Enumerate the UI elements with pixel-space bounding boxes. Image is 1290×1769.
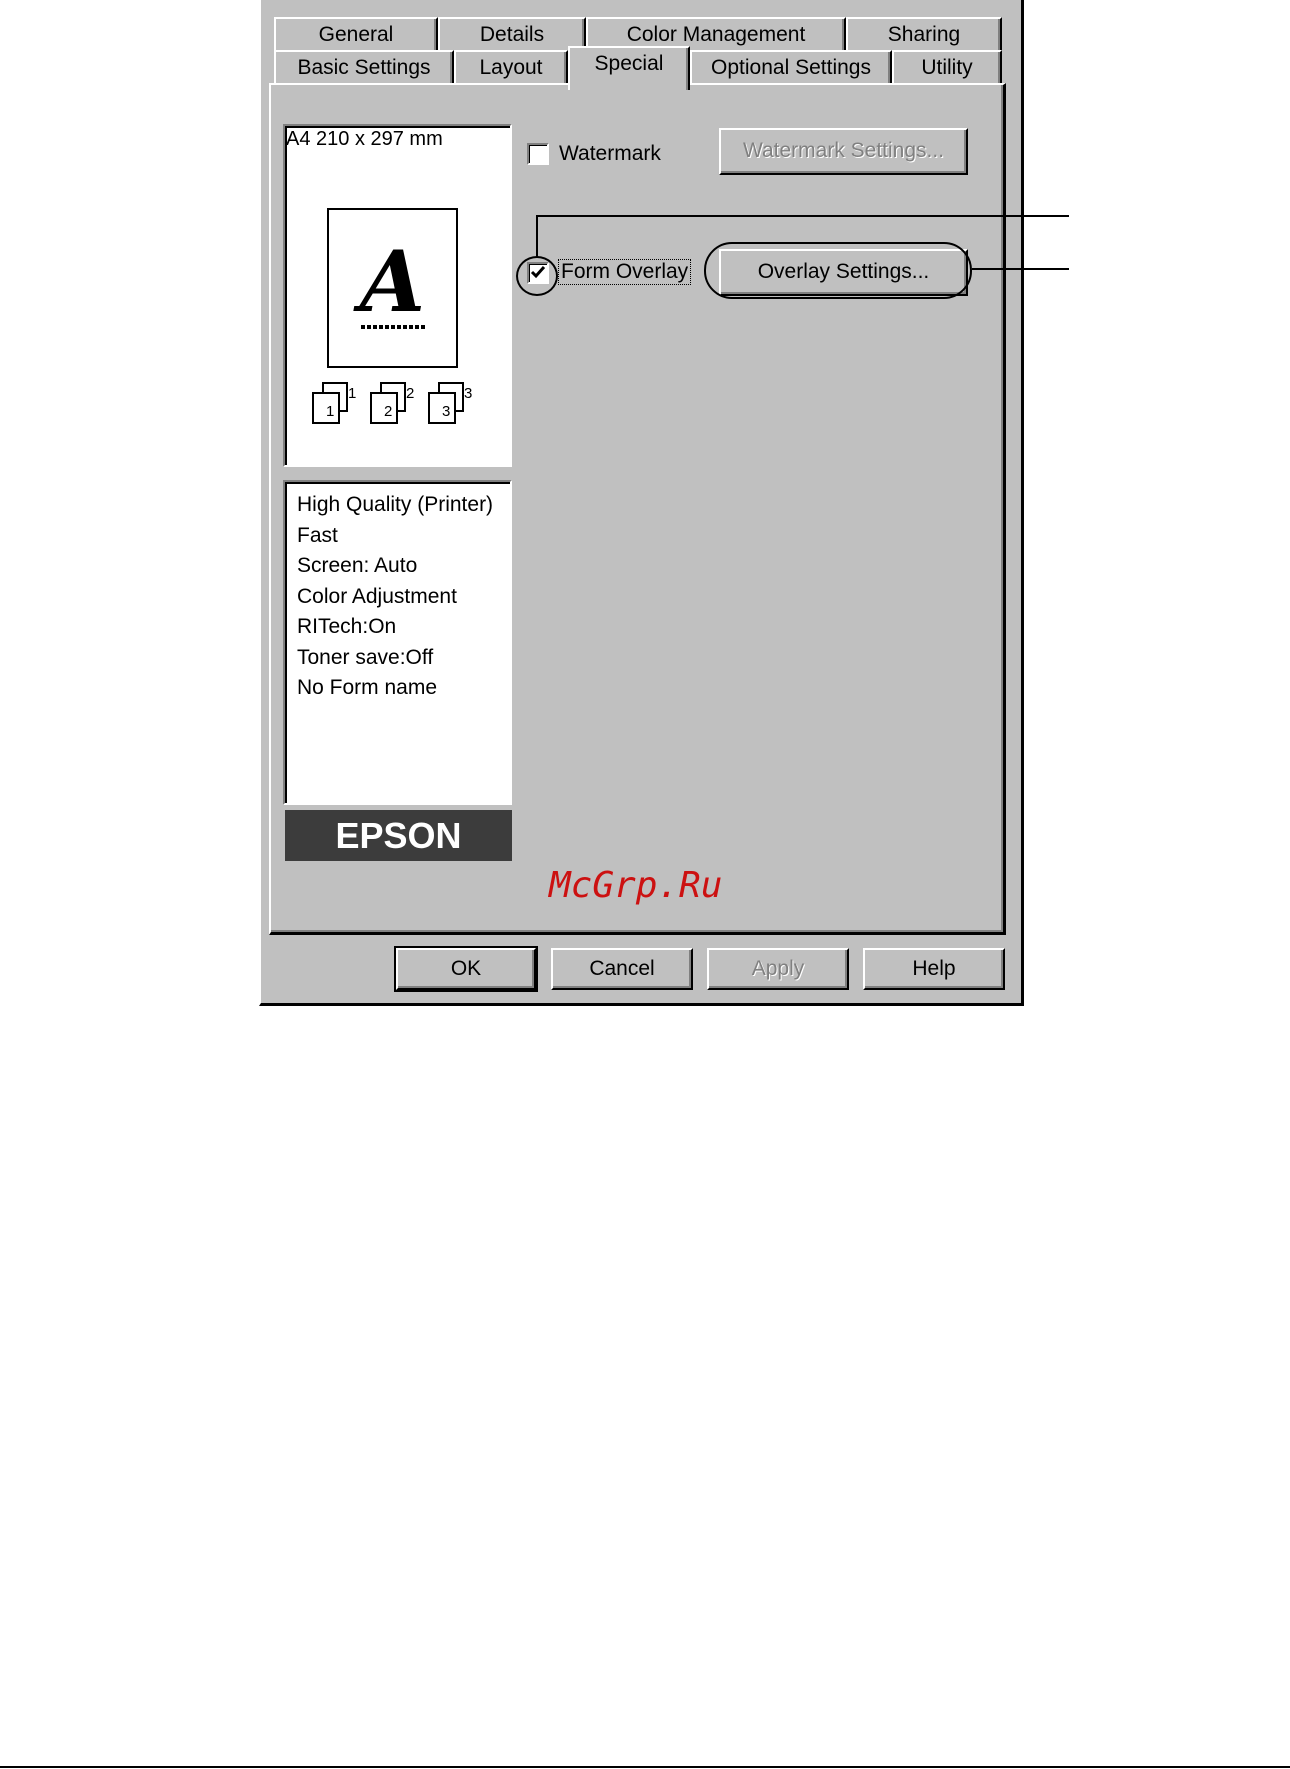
tab-optional-settings[interactable]: Optional Settings bbox=[690, 50, 892, 84]
settings-summary-list: High Quality (Printer) Fast Screen: Auto… bbox=[297, 490, 493, 704]
tab-basic-settings[interactable]: Basic Settings bbox=[274, 50, 454, 84]
collate-copy-1-icon: 1 1 bbox=[312, 382, 368, 424]
watermark-settings-button[interactable]: Watermark Settings... bbox=[719, 128, 968, 175]
collate-copy-2-icon: 2 2 bbox=[370, 382, 426, 424]
apply-button[interactable]: Apply bbox=[707, 948, 849, 990]
epson-logo: EPSON bbox=[285, 810, 512, 861]
tab-details[interactable]: Details bbox=[438, 17, 586, 51]
paper-size-label: A4 210 x 297 mm bbox=[286, 128, 443, 150]
ok-button[interactable]: OK bbox=[394, 946, 538, 992]
cancel-button[interactable]: Cancel bbox=[551, 948, 693, 990]
page-bottom-rule bbox=[0, 1766, 1290, 1768]
watermark-label[interactable]: Watermark bbox=[559, 142, 661, 166]
collate-copy-3-icon: 3 3 bbox=[428, 382, 484, 424]
site-watermark: McGrp.Ru bbox=[549, 865, 723, 906]
form-overlay-checkbox-callout-ring bbox=[516, 256, 558, 296]
form-overlay-label[interactable]: Form Overlay bbox=[557, 259, 692, 285]
summary-item: High Quality (Printer) bbox=[297, 493, 494, 516]
summary-item: No Form name bbox=[297, 676, 438, 699]
tab-layout[interactable]: Layout bbox=[454, 50, 568, 84]
overlay-settings-callout-ring bbox=[704, 242, 972, 299]
summary-item: Color Adjustment bbox=[297, 584, 457, 608]
tab-utility[interactable]: Utility bbox=[892, 50, 1002, 84]
watermark-checkbox[interactable] bbox=[527, 143, 549, 165]
callout-line-checkbox-horizontal bbox=[536, 215, 1069, 217]
summary-item: Fast bbox=[297, 523, 338, 547]
summary-item: RITech:On bbox=[297, 615, 397, 638]
sample-text-line bbox=[361, 325, 425, 329]
tab-general[interactable]: General bbox=[274, 17, 438, 51]
summary-item: Toner save:Off bbox=[297, 645, 434, 669]
help-button[interactable]: Help bbox=[863, 948, 1005, 990]
tab-special[interactable]: Special bbox=[568, 46, 690, 90]
sample-letter: A bbox=[359, 232, 426, 331]
page-preview-sheet: A bbox=[327, 208, 458, 368]
summary-item: Screen: Auto bbox=[297, 554, 418, 577]
callout-line-checkbox-vertical bbox=[536, 215, 538, 257]
tab-sharing[interactable]: Sharing bbox=[846, 17, 1002, 51]
callout-line-overlay-settings bbox=[972, 268, 1069, 270]
